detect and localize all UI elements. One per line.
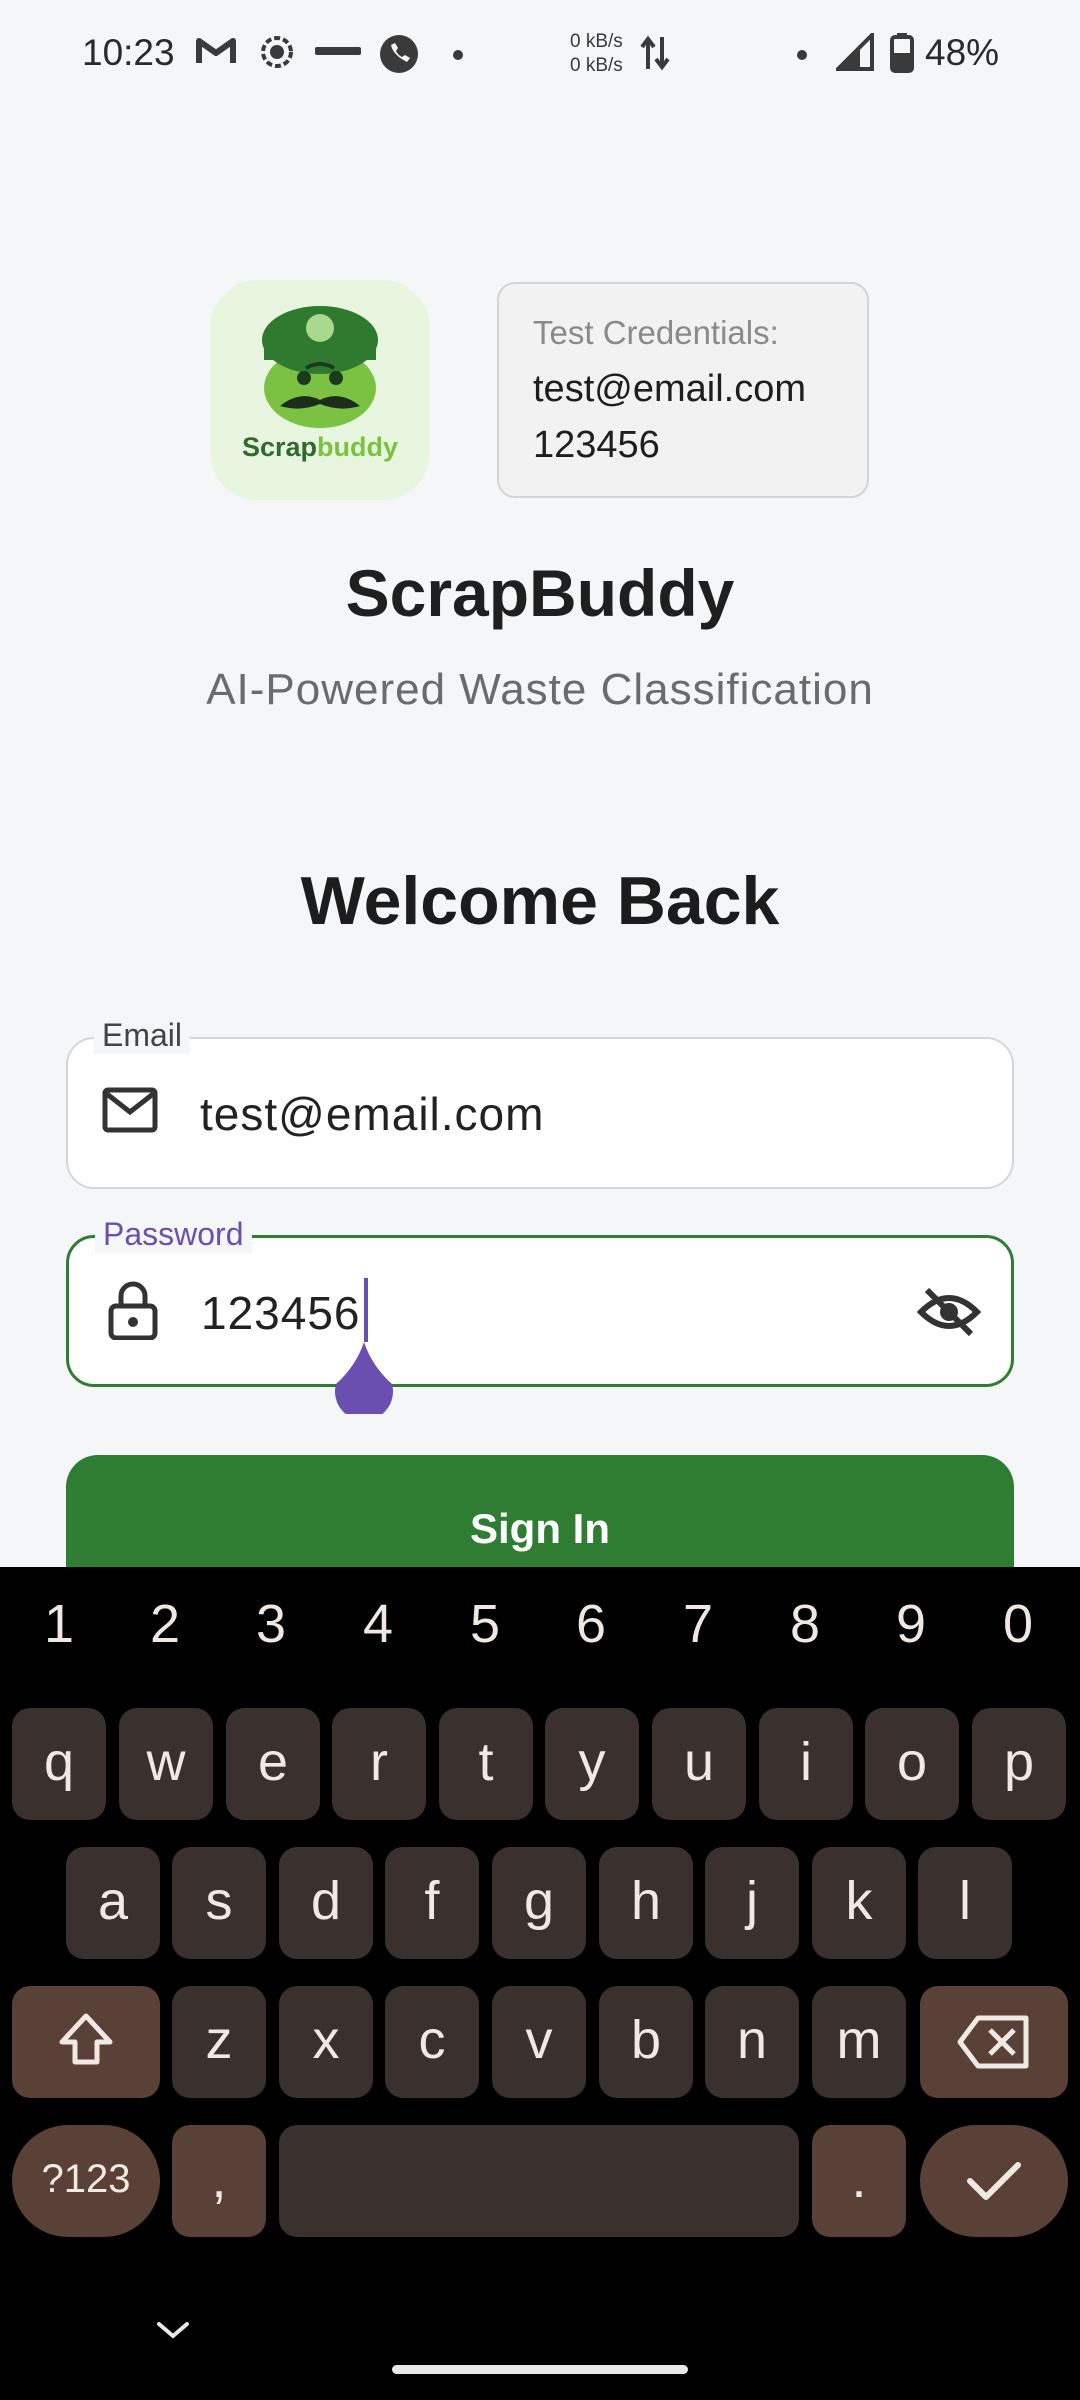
key-3[interactable]: 3 xyxy=(241,1593,301,1655)
record-icon xyxy=(258,33,296,76)
credentials-title: Test Credentials: xyxy=(533,314,779,351)
key-r[interactable]: r xyxy=(332,1708,426,1820)
home-gesture-bar[interactable] xyxy=(392,2365,688,2374)
shift-key[interactable] xyxy=(12,1986,160,2098)
key-s[interactable]: s xyxy=(172,1847,266,1959)
logo-text-scrap: Scrap xyxy=(241,432,318,462)
net-up-label: 0 kB/s xyxy=(570,31,623,52)
test-credentials-card: Test Credentials: test@email.com 123456 xyxy=(497,282,869,498)
key-q[interactable]: q xyxy=(12,1708,106,1820)
status-time: 10:23 xyxy=(82,32,175,73)
visibility-off-icon[interactable] xyxy=(916,1284,982,1345)
key-j[interactable]: j xyxy=(705,1847,799,1959)
logo-wordmark: Scrapbuddy xyxy=(210,432,430,463)
net-down-label: 0 kB/s xyxy=(570,55,623,76)
status-bar: 10:23 0 kB/s 0 kB/s 48% xyxy=(0,0,1080,110)
phone-call-icon xyxy=(378,33,420,80)
email-value[interactable]: test@email.com xyxy=(200,1087,544,1141)
key-4[interactable]: 4 xyxy=(348,1593,408,1655)
checkmark-icon xyxy=(967,2162,1021,2200)
key-h[interactable]: h xyxy=(599,1847,693,1959)
key-f[interactable]: f xyxy=(385,1847,479,1959)
key-e[interactable]: e xyxy=(226,1708,320,1820)
key-z[interactable]: z xyxy=(172,1986,266,2098)
key-x[interactable]: x xyxy=(279,1986,373,2098)
key-i[interactable]: i xyxy=(759,1708,853,1820)
sign-in-label: Sign In xyxy=(470,1505,610,1552)
symbols-key[interactable]: ?123 xyxy=(12,2125,160,2237)
cursor-handle-icon[interactable] xyxy=(334,1342,394,1421)
text-cursor xyxy=(364,1278,368,1342)
gmail-icon xyxy=(195,33,237,72)
key-d[interactable]: d xyxy=(279,1847,373,1959)
key-5[interactable]: 5 xyxy=(455,1593,515,1655)
soft-keyboard: 1 2 3 4 5 6 7 8 9 0 q w e r t y u i o p … xyxy=(0,1567,1080,2400)
key-m[interactable]: m xyxy=(812,1986,906,2098)
key-y[interactable]: y xyxy=(545,1708,639,1820)
password-label: Password xyxy=(95,1216,252,1253)
dot-icon xyxy=(796,48,808,66)
key-1[interactable]: 1 xyxy=(29,1593,89,1655)
battery-percent: 48% xyxy=(925,32,1000,73)
credentials-password: 123456 xyxy=(533,424,660,466)
battery-icon xyxy=(890,33,914,78)
app-title: ScrapBuddy xyxy=(345,556,735,630)
key-9[interactable]: 9 xyxy=(881,1593,941,1655)
password-field[interactable]: Password 123456 xyxy=(66,1216,1014,1387)
network-speed: 0 kB/s 0 kB/s xyxy=(570,30,623,78)
email-field[interactable]: Email test@email.com xyxy=(66,1017,1014,1189)
key-n[interactable]: n xyxy=(705,1986,799,2098)
signal-icon xyxy=(833,30,874,76)
period-key[interactable]: . xyxy=(812,2125,906,2237)
key-o[interactable]: o xyxy=(865,1708,959,1820)
key-v[interactable]: v xyxy=(492,1986,586,2098)
key-2[interactable]: 2 xyxy=(135,1593,195,1655)
done-key[interactable] xyxy=(920,2125,1068,2237)
key-b[interactable]: b xyxy=(599,1986,693,2098)
key-p[interactable]: p xyxy=(972,1708,1066,1820)
email-label: Email xyxy=(94,1017,191,1054)
data-transfer-icon xyxy=(640,33,670,78)
key-w[interactable]: w xyxy=(119,1708,213,1820)
key-6[interactable]: 6 xyxy=(561,1593,621,1655)
key-u[interactable]: u xyxy=(652,1708,746,1820)
key-t[interactable]: t xyxy=(439,1708,533,1820)
space-key[interactable] xyxy=(279,2125,799,2237)
mascot-icon xyxy=(262,306,378,428)
welcome-heading: Welcome Back xyxy=(300,863,780,939)
key-0[interactable]: 0 xyxy=(988,1593,1048,1655)
key-8[interactable]: 8 xyxy=(775,1593,835,1655)
password-value[interactable]: 123456 xyxy=(201,1286,361,1340)
key-k[interactable]: k xyxy=(812,1847,906,1959)
lock-icon xyxy=(107,1280,159,1345)
mail-icon xyxy=(102,1085,158,1140)
key-l[interactable]: l xyxy=(918,1847,1012,1959)
hide-keyboard-icon[interactable] xyxy=(155,2318,191,2347)
backspace-key[interactable] xyxy=(920,1986,1068,2098)
key-7[interactable]: 7 xyxy=(668,1593,728,1655)
credentials-email: test@email.com xyxy=(533,368,806,410)
key-g[interactable]: g xyxy=(492,1847,586,1959)
logo-text-buddy: buddy xyxy=(317,432,399,462)
app-subtitle: AI-Powered Waste Classification xyxy=(206,665,874,714)
comma-key[interactable]: , xyxy=(172,2125,266,2237)
app-logo: Scrapbuddy xyxy=(210,280,430,500)
key-a[interactable]: a xyxy=(66,1847,160,1959)
key-c[interactable]: c xyxy=(385,1986,479,2098)
shift-icon xyxy=(59,2013,113,2065)
dot-icon xyxy=(452,48,464,66)
app-notification-icon xyxy=(315,44,361,63)
sign-in-button[interactable]: Sign In xyxy=(66,1455,1014,1585)
backspace-icon xyxy=(957,2015,1029,2069)
